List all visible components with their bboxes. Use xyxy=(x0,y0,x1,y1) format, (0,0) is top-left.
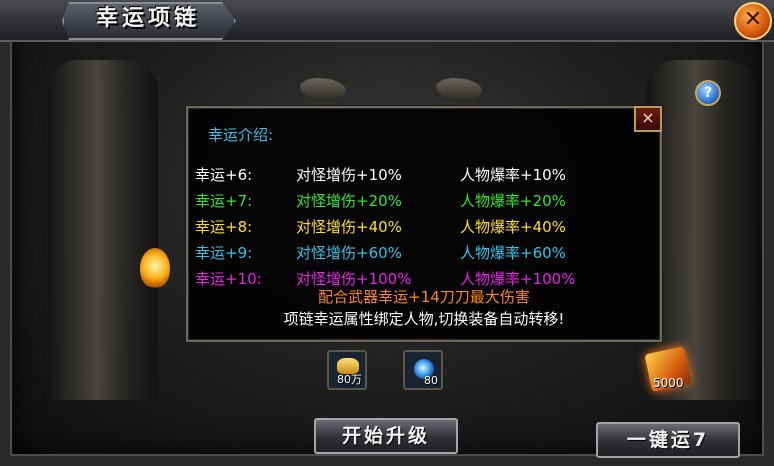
luck-scroll-qty: 5000 xyxy=(653,376,684,390)
close-icon[interactable]: ✕ xyxy=(734,2,772,40)
luck-level-label: 幸运+8: xyxy=(195,218,253,236)
window-title: 幸运项链 xyxy=(96,6,201,31)
monster-damage-bonus: 对怪增伤+40% xyxy=(296,218,402,236)
one-click-luck-button[interactable]: 一键运7 xyxy=(596,422,740,458)
help-icon[interactable]: ? xyxy=(695,80,721,106)
luck-level-label: 幸运+6: xyxy=(195,166,253,184)
monster-damage-bonus: 对怪增伤+20% xyxy=(296,192,402,210)
gold-cost-slot[interactable]: 80万 xyxy=(327,350,367,390)
monster-damage-bonus: 对怪增伤+60% xyxy=(296,244,402,262)
weapon-luck-note: 配合武器幸运+14刀刀最大伤害 xyxy=(318,288,530,306)
gem-cost-qty: 80 xyxy=(424,374,438,387)
drop-rate-bonus: 人物爆率+20% xyxy=(460,192,566,210)
luck-bind-note: 项链幸运属性绑定人物,切换装备自动转移! xyxy=(283,310,565,328)
monster-damage-bonus: 对怪增伤+10% xyxy=(296,166,402,184)
panel-title: 幸运介绍: xyxy=(208,126,274,144)
left-dragon-pillar xyxy=(48,60,158,400)
right-dragon-pillar xyxy=(646,60,756,400)
panel-close-icon[interactable]: × xyxy=(634,106,662,132)
drop-rate-bonus: 人物爆率+60% xyxy=(460,244,566,262)
drop-rate-bonus: 人物爆率+40% xyxy=(460,218,566,236)
start-upgrade-button[interactable]: 开始升级 xyxy=(314,418,458,454)
drop-rate-bonus: 人物爆率+10% xyxy=(460,166,566,184)
luck-level-label: 幸运+7: xyxy=(195,192,253,210)
torch-flame xyxy=(140,248,170,288)
luck-level-label: 幸运+9: xyxy=(195,244,253,262)
gold-cost-qty: 80万 xyxy=(337,373,362,386)
gem-cost-slot[interactable]: 80 xyxy=(403,350,443,390)
